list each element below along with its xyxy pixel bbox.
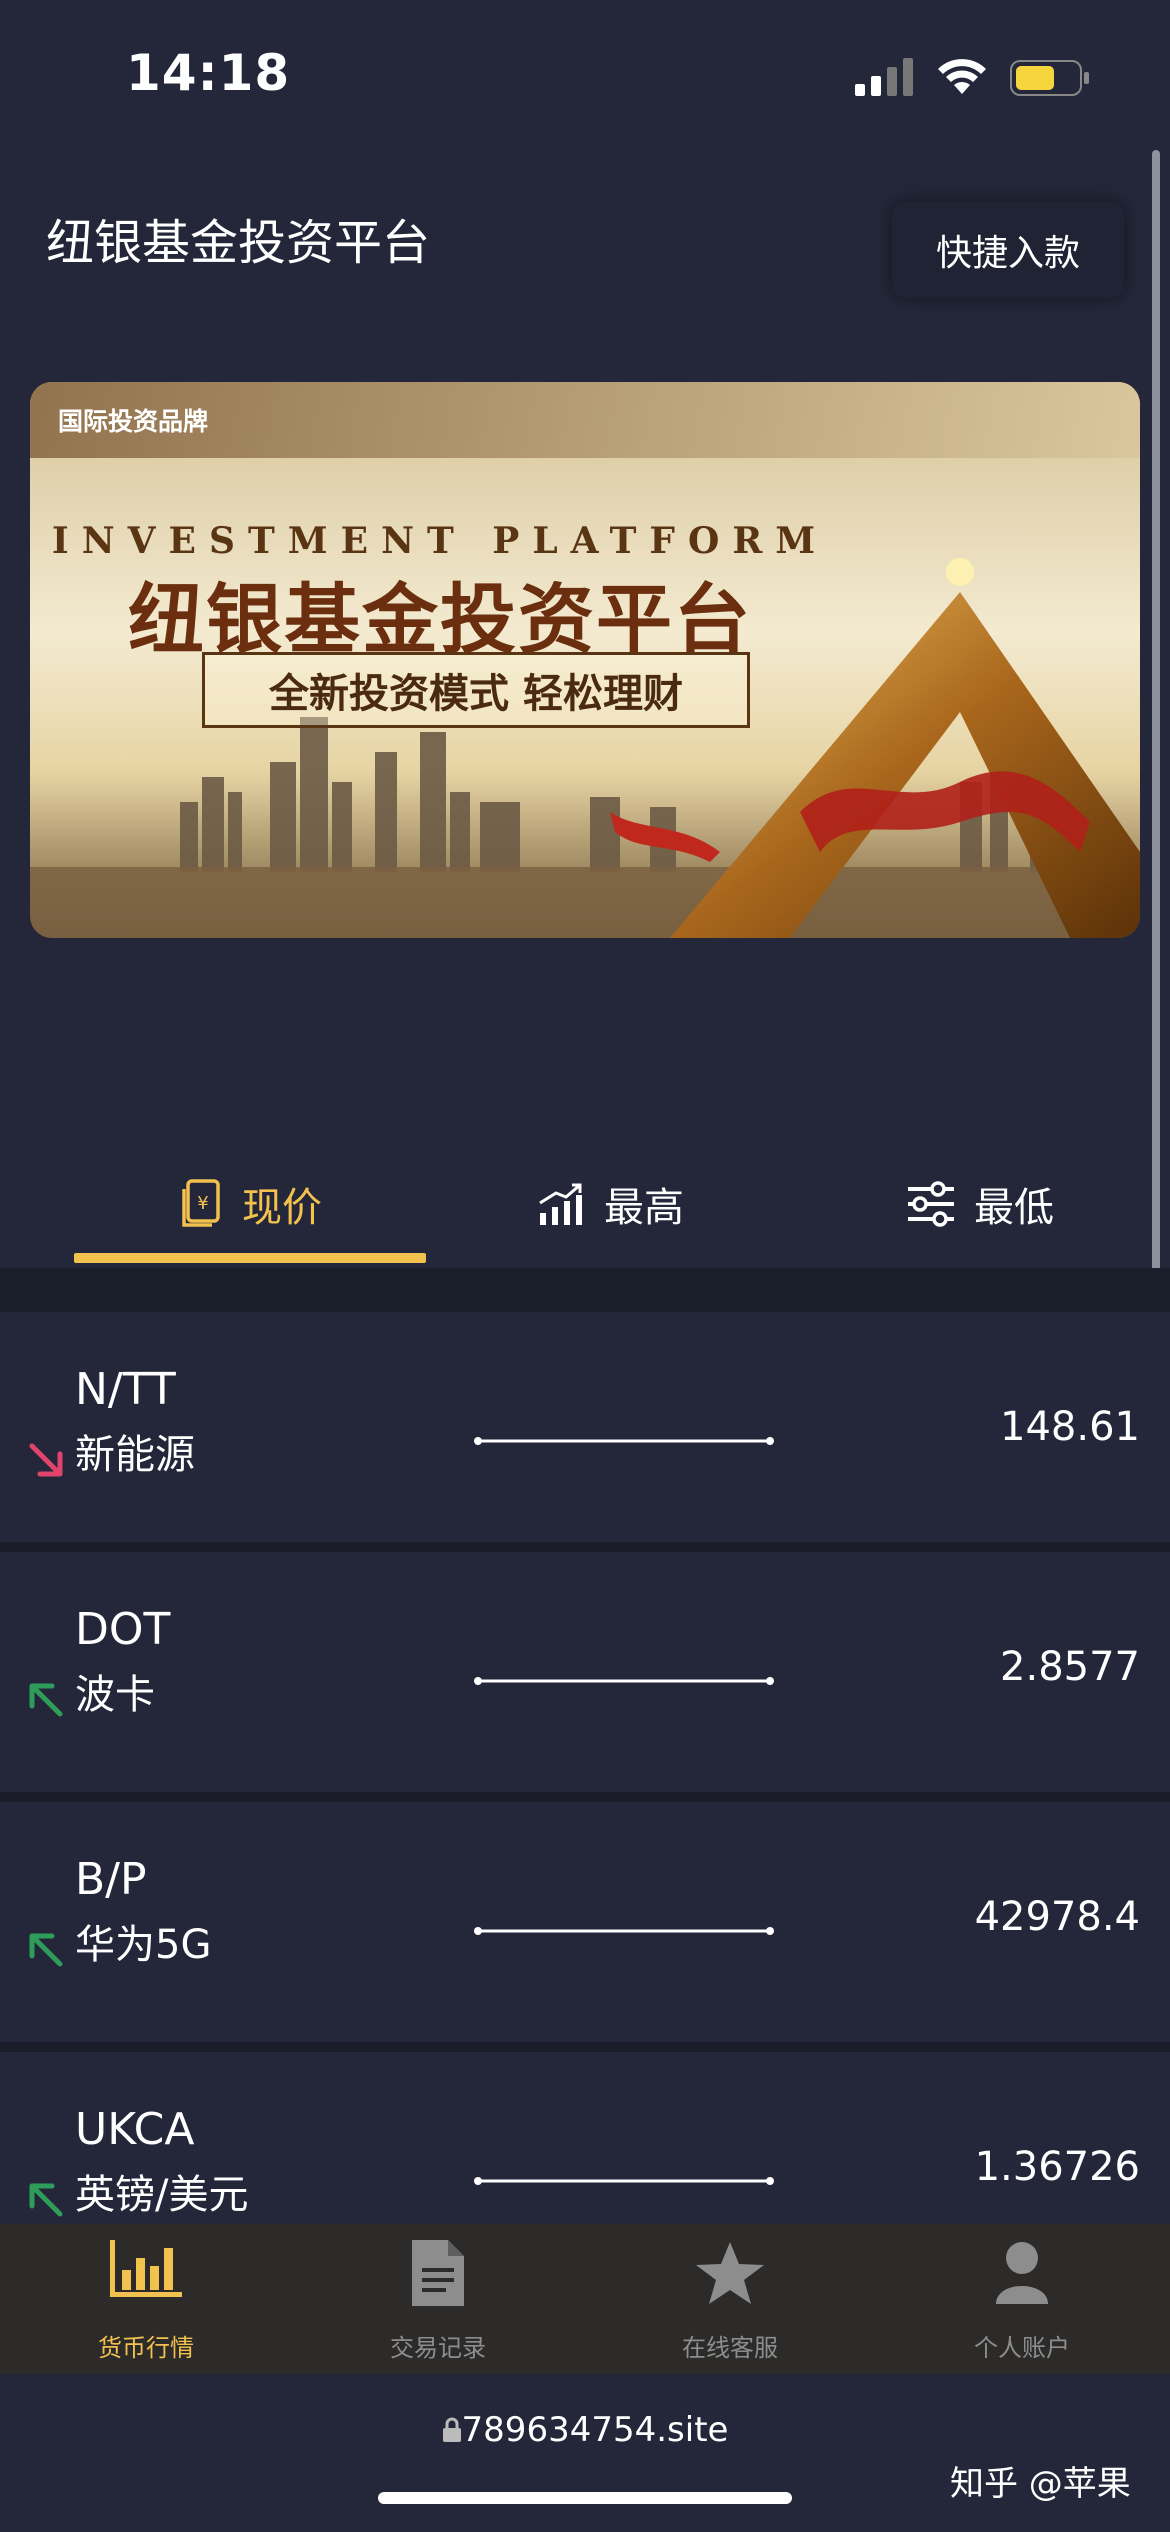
browser-bar: 789634754.site	[0, 2374, 1170, 2532]
signal-icon	[855, 58, 913, 96]
market-name: 波卡	[75, 1672, 155, 1718]
arrow-down-right-icon	[29, 1443, 63, 1477]
status-bar: 14:18	[0, 0, 1170, 150]
market-symbol: N/TT	[75, 1364, 176, 1415]
bar-chart-icon	[110, 2240, 182, 2297]
banner-tag: 国际投资品牌	[58, 407, 209, 436]
arrow-up-left-icon	[29, 1683, 63, 1717]
arrow-up-left-icon	[29, 2183, 63, 2217]
person-icon	[996, 2242, 1048, 2304]
trend-up-icon	[539, 1183, 582, 1225]
tab-highest[interactable]: 最高	[470, 1140, 750, 1268]
tab-current-price[interactable]: ¥ 现价	[74, 1140, 426, 1268]
market-name: 英镑/美元	[75, 2172, 249, 2218]
wifi-icon	[938, 59, 986, 94]
active-tab-indicator	[74, 1253, 426, 1263]
nav-market[interactable]: 货币行情	[0, 2224, 292, 2374]
battery-icon	[1010, 60, 1089, 96]
banner-slogan: 全新投资模式 轻松理财	[269, 670, 683, 717]
market-row-0[interactable]: N/TT 新能源 148.61	[0, 1312, 1170, 1542]
market-name: 新能源	[75, 1432, 195, 1478]
watermark: 知乎 @苹果	[950, 2464, 1131, 2504]
tab-lowest[interactable]: 最低	[830, 1140, 1130, 1268]
receipt-yen-icon: ¥	[182, 1179, 220, 1227]
market-row-1[interactable]: DOT 波卡 2.8577	[0, 1552, 1170, 1782]
market-price: 148.61	[1000, 1404, 1140, 1450]
row-divider	[0, 1542, 1170, 1552]
url-text: 789634754.site	[461, 2410, 729, 2450]
arrow-up-left-icon	[29, 1933, 63, 1967]
tab-label: 现价	[242, 1185, 322, 1231]
market-price: 2.8577	[1000, 1644, 1140, 1690]
tab-label: 最高	[604, 1185, 684, 1231]
page-title: 纽银基金投资平台	[46, 215, 431, 271]
market-symbol: UKCA	[75, 2104, 195, 2155]
section-divider	[0, 1268, 1170, 1312]
banner-headline-en: INVESTMENT PLATFORM	[51, 520, 829, 562]
market-price: 42978.4	[974, 1894, 1140, 1940]
nav-transactions[interactable]: 交易记录	[292, 2224, 584, 2374]
nav-label: 货币行情	[98, 2334, 194, 2362]
status-time: 14:18	[126, 44, 291, 102]
row-divider	[0, 1792, 1170, 1802]
sparkline	[474, 2177, 774, 2185]
market-row-2[interactable]: B/P 华为5G 42978.4	[0, 1802, 1170, 2032]
svg-text:¥: ¥	[197, 1193, 208, 1214]
price-tabs: ¥ 现价 最高 最低	[0, 1140, 1170, 1268]
nav-label: 个人账户	[974, 2334, 1070, 2362]
lock-icon	[442, 2417, 461, 2442]
market-price: 1.36726	[974, 2144, 1140, 2190]
market-row-3[interactable]: UKCA 英镑/美元 1.36726	[0, 2052, 1170, 2224]
nav-support[interactable]: 在线客服	[584, 2224, 876, 2374]
nav-label: 交易记录	[390, 2334, 486, 2362]
quick-deposit-button[interactable]: 快捷入款	[892, 202, 1124, 298]
tab-label: 最低	[974, 1185, 1054, 1231]
nav-account[interactable]: 个人账户	[876, 2224, 1168, 2374]
row-divider	[0, 2042, 1170, 2052]
market-name: 华为5G	[75, 1922, 212, 1968]
home-indicator[interactable]	[378, 2492, 792, 2504]
promo-banner[interactable]: 国际投资品牌 INVESTMENT PLATFORM 纽银基金投资平台 全新投资…	[30, 382, 1140, 938]
banner-slogan-box: 全新投资模式 轻松理财	[202, 652, 750, 728]
star-icon	[696, 2242, 764, 2304]
document-icon	[412, 2240, 464, 2306]
market-symbol: DOT	[75, 1604, 171, 1655]
sparkline	[474, 1927, 774, 1935]
bottom-nav: 货币行情 交易记录 在线客服 个人账户	[0, 2224, 1170, 2374]
sparkline	[474, 1437, 774, 1445]
sparkline	[474, 1677, 774, 1685]
sliders-icon	[908, 1181, 954, 1227]
nav-label: 在线客服	[682, 2334, 778, 2362]
url-bar[interactable]: 789634754.site	[0, 2410, 1170, 2450]
market-symbol: B/P	[75, 1854, 147, 1905]
